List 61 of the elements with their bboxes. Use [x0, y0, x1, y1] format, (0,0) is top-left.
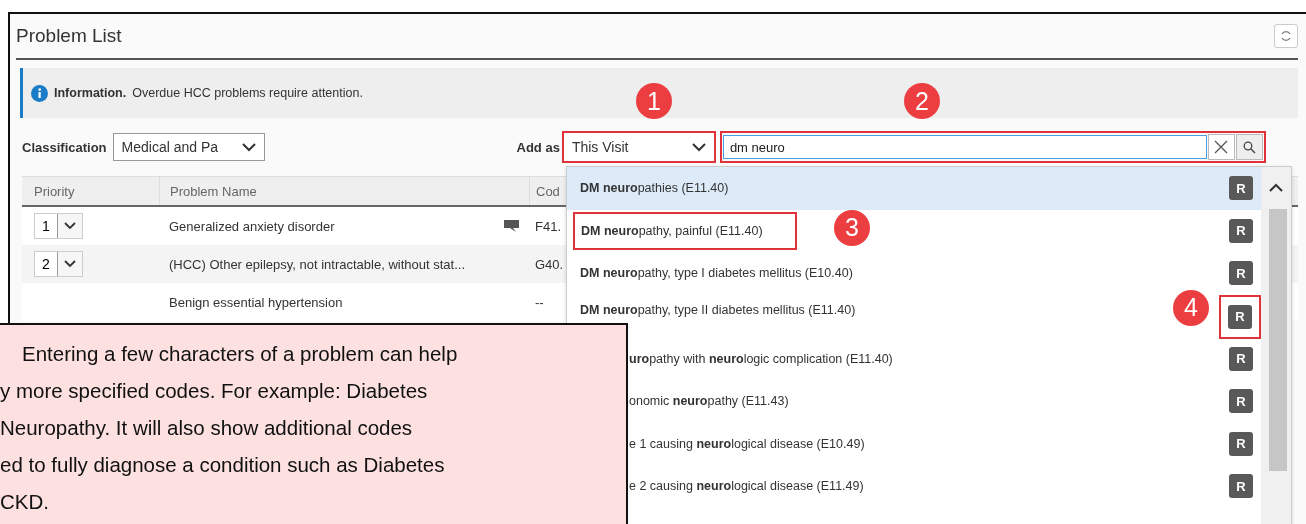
- info-label: Information.: [54, 86, 127, 100]
- table-cell: Benign essential hypertension: [169, 294, 343, 310]
- priority-dropdown[interactable]: 2: [34, 251, 83, 277]
- callout-text: Neuropathy. It will also show additional codes: [0, 415, 413, 441]
- chevron-up-icon: [1269, 183, 1283, 192]
- table-cell: (HCC) Other epilepsy, not intractable, without stat...: [169, 256, 465, 272]
- result-item[interactable]: onomic neuropathy (E11.43) R: [629, 379, 1261, 423]
- add-as-dropdown[interactable]: This Visit: [563, 133, 714, 161]
- classification-dropdown[interactable]: Medical and Pa: [112, 133, 265, 161]
- column-header: Problem Name: [159, 177, 529, 205]
- callout-text: CKD.: [0, 489, 49, 515]
- r-button[interactable]: R: [1229, 346, 1253, 371]
- info-message: Overdue HCC problems require attention.: [132, 86, 363, 100]
- clear-button[interactable]: [1207, 134, 1235, 160]
- result-text: DM neuropathy, type I diabetes mellitus (E10.40): [580, 266, 853, 281]
- result-item[interactable]: uropathy with neurologic complication (E11.40) R: [629, 337, 1261, 380]
- result-text: onomic neuropathy (E11.43): [629, 394, 789, 409]
- r-button[interactable]: R: [1229, 389, 1253, 414]
- classification-label: Classification: [22, 139, 107, 155]
- table-cell: F41.: [535, 218, 561, 234]
- table-cell: G40.: [535, 256, 564, 272]
- chevron-down-icon: [241, 142, 256, 152]
- callout-text: y more specified codes. For example: Diabetes: [0, 378, 428, 404]
- panel-title: Problem List: [16, 25, 122, 47]
- close-icon: [1214, 140, 1229, 154]
- result-item[interactable]: e 1 causing neurological disease (E10.49) R: [629, 422, 1261, 466]
- callout-text: Entering a few characters of a problem can help: [21, 341, 458, 367]
- table-cell: Generalized anxiety disorder: [169, 218, 335, 234]
- r-button[interactable]: R: [1229, 176, 1253, 201]
- search-button[interactable]: [1235, 134, 1263, 160]
- result-text: uropathy with neurologic complication (E11.40): [629, 351, 893, 366]
- search-field[interactable]: dm neuro: [722, 135, 1207, 159]
- search-icon: [1242, 140, 1256, 154]
- result-text: DM neuropathy, type II diabetes mellitus (E11.40): [580, 302, 856, 317]
- result-item[interactable]: e 2 causing neurological disease (E11.49) R: [629, 465, 1261, 508]
- priority-dropdown[interactable]: 1: [34, 213, 83, 239]
- info-icon: [31, 84, 48, 102]
- r-button[interactable]: R: [1229, 431, 1253, 456]
- result-text: DM neuropathies (E11.40): [580, 181, 729, 196]
- chevron-down-icon: [64, 260, 76, 268]
- column-header: Priority: [33, 183, 76, 199]
- r-button[interactable]: R: [1229, 218, 1253, 243]
- result-item[interactable]: DM neuropathy, painful (E11.40) 3 R: [567, 209, 1261, 253]
- refresh-icon: [1280, 30, 1292, 42]
- r-button[interactable]: R: [1228, 304, 1252, 329]
- result-item[interactable]: DM neuropathies (E11.40) R: [567, 167, 1261, 210]
- column-header: Cod: [529, 177, 560, 205]
- result-text: DM neuropathy, painful (E11.40): [581, 223, 763, 238]
- chevron-down-icon: [64, 222, 76, 230]
- table-cell: --: [535, 294, 544, 310]
- r-button[interactable]: R: [1229, 474, 1253, 499]
- r-button[interactable]: R: [1229, 261, 1253, 286]
- result-text: e 2 causing neurological disease (E11.49): [629, 479, 864, 494]
- callout-text: ed to fully diagnose a condition such as Diabetes: [0, 452, 445, 478]
- step-badge: 4: [1173, 289, 1209, 326]
- scrollbar[interactable]: [1261, 167, 1291, 524]
- step-badge: 3: [834, 209, 870, 246]
- chevron-down-icon: [691, 142, 706, 152]
- refresh-button[interactable]: [1274, 24, 1298, 48]
- result-text: e 1 causing neurological disease (E10.49): [629, 436, 865, 451]
- add-as-label: Add as: [516, 139, 560, 155]
